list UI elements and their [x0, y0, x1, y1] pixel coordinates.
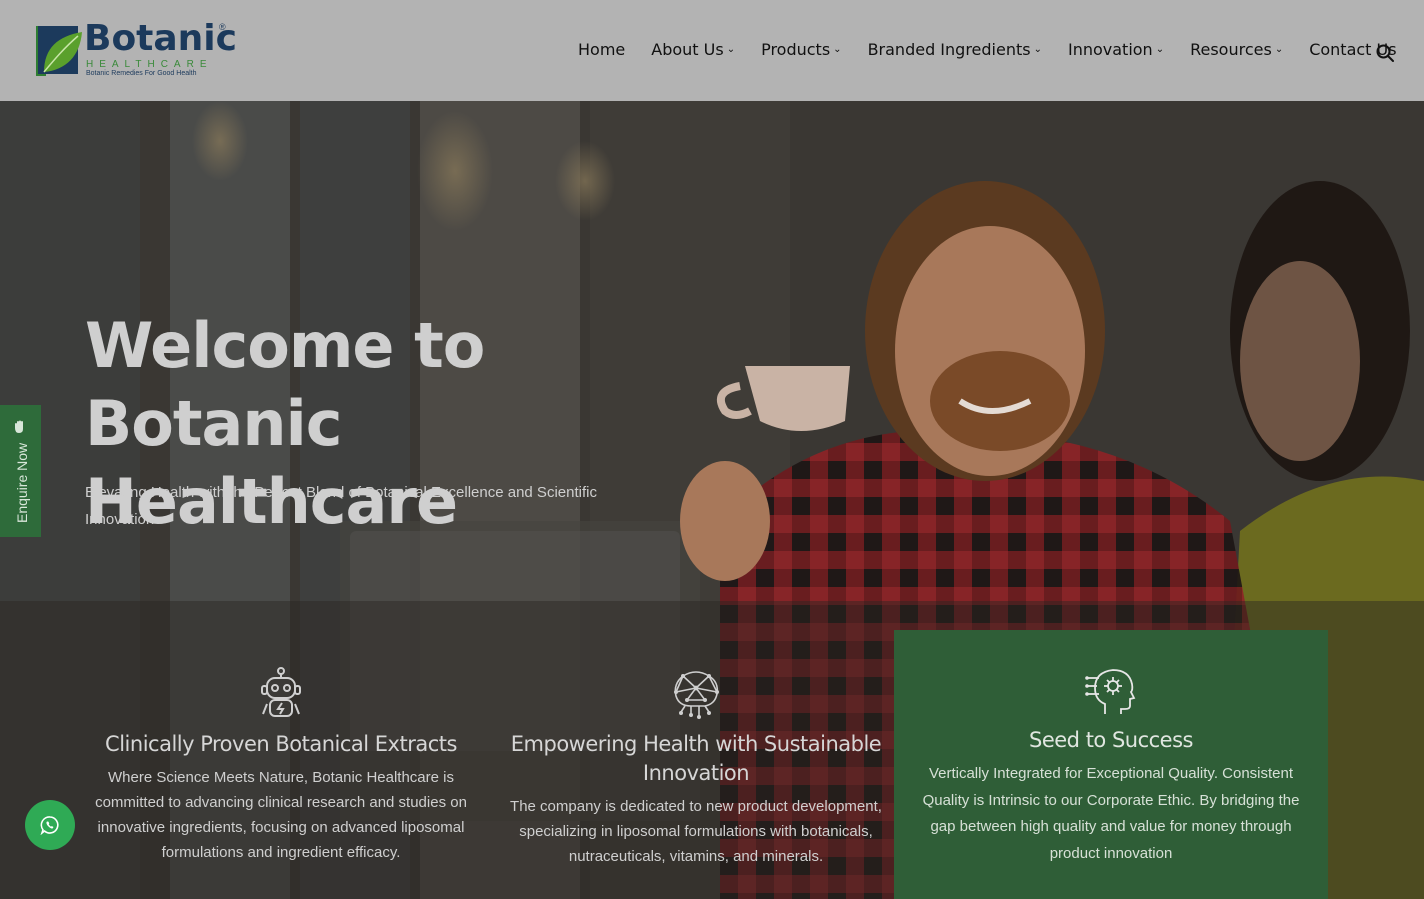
brand-subtitle: HEALTHCARE — [86, 59, 213, 70]
robot-icon — [261, 667, 301, 717]
feature-content: Seed to Success Vertically Integrated fo… — [910, 664, 1312, 867]
registered-mark: ® — [219, 22, 226, 32]
feature-description: Where Science Meets Nature, Botanic Heal… — [95, 769, 467, 861]
brain-network-icon — [674, 671, 719, 719]
hero-title-line1: Welcome to — [85, 309, 485, 382]
chevron-down-icon: ⌄ — [833, 44, 842, 55]
whatsapp-button[interactable] — [25, 800, 75, 850]
nav-branded-ingredients[interactable]: Branded Ingredients ⌄ — [868, 40, 1042, 59]
chevron-down-icon: ⌄ — [726, 44, 736, 55]
enquire-now-tab[interactable]: Enquire Now — [0, 405, 41, 537]
feature-title: Seed to Success — [1029, 728, 1193, 752]
nav-branded-ingredients-label: Branded Ingredients — [867, 40, 1031, 59]
chevron-down-icon: ⌄ — [1033, 44, 1042, 55]
enquire-now-label: Enquire Now — [14, 442, 30, 523]
head-circuit-icon — [1085, 669, 1136, 714]
nav-innovation-label: Innovation — [1067, 40, 1153, 59]
hero-subtitle: Elevating Health with the Perfect Blend … — [85, 484, 597, 528]
feature-title: Empowering Health with Sustainable Innov… — [510, 732, 882, 785]
nav-home-label: Home — [578, 40, 626, 59]
hand-icon — [15, 420, 23, 433]
site-header: Botanic ® HEALTHCARE Botanic Remedies Fo… — [0, 0, 1424, 101]
feature-card-seed-to-success: Seed to Success Vertically Integrated fo… — [894, 630, 1328, 899]
brand-name: Botanic — [84, 18, 237, 59]
brand-logo[interactable]: Botanic ® HEALTHCARE Botanic Remedies Fo… — [36, 18, 237, 80]
feature-card-sustainable-innovation: Empowering Health with Sustainable Innov… — [505, 666, 887, 869]
brand-tagline: Botanic Remedies For Good Health — [86, 70, 197, 77]
nav-about-us-label: About Us — [651, 40, 724, 59]
nav-products-label: Products — [761, 40, 831, 59]
nav-products[interactable]: Products ⌄ — [761, 40, 841, 59]
nav-home[interactable]: Home — [578, 40, 625, 59]
main-nav: Home About Us ⌄ Products ⌄ Branded Ingredi… — [578, 40, 1423, 59]
nav-about-us[interactable]: About Us ⌄ — [651, 40, 735, 59]
chevron-down-icon: ⌄ — [1274, 44, 1284, 55]
feature-description: Vertically Integrated for Exceptional Qu… — [922, 765, 1300, 862]
feature-title: Clinically Proven Botanical Extracts — [105, 732, 457, 756]
feature-card-clinically-proven: Clinically Proven Botanical Extracts Whe… — [90, 666, 472, 865]
nav-resources[interactable]: Resources ⌄ — [1190, 40, 1283, 59]
nav-innovation[interactable]: Innovation ⌄ — [1068, 40, 1164, 59]
chevron-down-icon: ⌄ — [1155, 44, 1165, 55]
feature-description: The company is dedicated to new product … — [510, 798, 882, 865]
whatsapp-icon — [40, 816, 59, 835]
leaf-logo-icon — [36, 26, 82, 76]
search-icon[interactable] — [1376, 44, 1394, 62]
nav-resources-label: Resources — [1190, 40, 1272, 59]
